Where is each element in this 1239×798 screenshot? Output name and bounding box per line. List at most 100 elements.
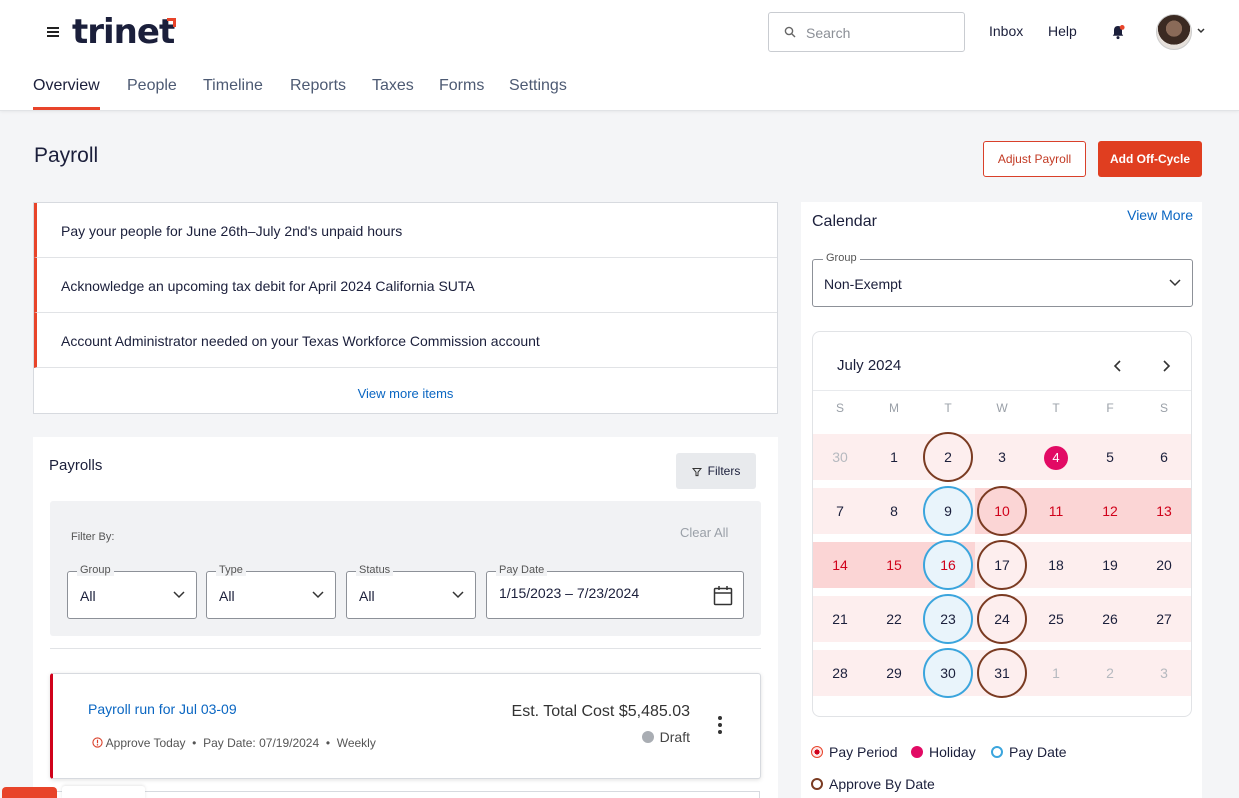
calendar-day[interactable]: 6	[1137, 434, 1191, 480]
add-off-cycle-button[interactable]: Add Off-Cycle	[1098, 141, 1202, 177]
warning-icon	[92, 737, 103, 748]
alert-item[interactable]: Account Administrator needed on your Tex…	[34, 313, 777, 368]
calendar-day[interactable]: 8	[867, 488, 921, 534]
calendar-day[interactable]: 29	[867, 650, 921, 696]
clear-all-link[interactable]: Clear All	[680, 525, 728, 540]
inbox-link[interactable]: Inbox	[989, 23, 1023, 39]
day-number: 17	[994, 557, 1010, 573]
tab-people[interactable]: People	[127, 77, 177, 95]
calendar-day[interactable]: 5	[1083, 434, 1137, 480]
view-more-items-link[interactable]: View more items	[34, 386, 777, 401]
calendar-day[interactable]: 31	[975, 648, 1029, 698]
alert-item[interactable]: Acknowledge an upcoming tax debit for Ap…	[34, 258, 777, 313]
tab-reports[interactable]: Reports	[290, 77, 346, 95]
day-number: 5	[1106, 449, 1114, 465]
avatar[interactable]	[1156, 14, 1192, 50]
calendar-day[interactable]: 17	[975, 540, 1029, 590]
calendar-day[interactable]: 23	[921, 594, 975, 644]
search-box[interactable]	[768, 12, 965, 52]
group-select[interactable]: Group Non-Exempt	[812, 252, 1193, 307]
calendar-day[interactable]: 30	[813, 434, 867, 480]
day-number: 13	[1156, 503, 1172, 519]
calendar-day[interactable]: 21	[813, 596, 867, 642]
menu-icon[interactable]	[47, 27, 59, 37]
calendar-day[interactable]: 11	[1029, 488, 1083, 534]
more-options-icon[interactable]	[718, 716, 722, 737]
day-number: 20	[1156, 557, 1172, 573]
calendar-day[interactable]: 2	[921, 432, 975, 482]
alert-item[interactable]: Pay your people for June 26th–July 2nd's…	[34, 203, 777, 258]
trinet-logo[interactable]: trinet	[72, 12, 175, 52]
calendar-icon[interactable]	[713, 585, 733, 607]
month-label: July 2024	[837, 357, 902, 374]
type-filter-select[interactable]: Type All	[206, 564, 336, 619]
holiday-marker-icon	[911, 746, 923, 758]
calendar-day[interactable]: 14	[813, 542, 867, 588]
calendar-day[interactable]: 13	[1137, 488, 1191, 534]
day-number: 2	[944, 449, 952, 465]
approve-today-text: Approve Today	[105, 736, 186, 750]
help-link[interactable]: Help	[1048, 23, 1077, 39]
day-number: 30	[940, 665, 956, 681]
filters-button[interactable]: Filters	[676, 453, 756, 489]
pay-date-range-field[interactable]: Pay Date 1/15/2023 – 7/23/2024	[486, 564, 744, 619]
pay-date-label: Pay Date	[496, 564, 548, 576]
pay-date-value: 1/15/2023 – 7/23/2024	[499, 585, 640, 601]
day-number: 3	[998, 449, 1006, 465]
group-filter-select[interactable]: Group All	[67, 564, 197, 619]
calendar-day[interactable]: 9	[921, 486, 975, 536]
calendar-day[interactable]: 10	[975, 486, 1029, 536]
tab-taxes[interactable]: Taxes	[372, 77, 414, 95]
calendar-day[interactable]: 16	[921, 540, 975, 590]
calendar-day[interactable]: 25	[1029, 596, 1083, 642]
calendar-day[interactable]: 3	[1137, 650, 1191, 696]
calendar-day[interactable]: 3	[975, 434, 1029, 480]
payroll-run-card[interactable]: Payroll run for Jul 03-09 Approve Today …	[50, 673, 761, 779]
tab-overview[interactable]: Overview	[33, 77, 100, 95]
adjust-payroll-button[interactable]: Adjust Payroll	[983, 141, 1086, 177]
tab-timeline[interactable]: Timeline	[203, 77, 263, 95]
calendar-day[interactable]: 26	[1083, 596, 1137, 642]
day-number: 1	[890, 449, 898, 465]
calendar-day[interactable]: 12	[1083, 488, 1137, 534]
day-number: 18	[1048, 557, 1064, 573]
frequency-text: Weekly	[336, 736, 376, 750]
calendar-day[interactable]: 2	[1083, 650, 1137, 696]
group-filter-label: Group	[77, 564, 114, 576]
calendar-day[interactable]: 28	[813, 650, 867, 696]
calendar-day[interactable]: 1	[1029, 650, 1083, 696]
tab-settings[interactable]: Settings	[509, 77, 567, 95]
calendar-day[interactable]: 22	[867, 596, 921, 642]
calendar-day[interactable]: 18	[1029, 542, 1083, 588]
calendar-day[interactable]: 27	[1137, 596, 1191, 642]
calendar-day[interactable]: 30	[921, 648, 975, 698]
status-filter-label: Status	[356, 564, 394, 576]
search-input[interactable]	[806, 22, 956, 44]
tab-forms[interactable]: Forms	[439, 77, 484, 95]
page-title: Payroll	[34, 144, 99, 167]
chevron-left-icon[interactable]	[1113, 359, 1123, 373]
calendar-day[interactable]: 1	[867, 434, 921, 480]
calendar-day[interactable]: 7	[813, 488, 867, 534]
day-number: 9	[944, 503, 952, 519]
chevron-right-icon[interactable]	[1161, 359, 1171, 373]
chevron-down-icon[interactable]	[1196, 27, 1206, 35]
day-number: 2	[1106, 665, 1114, 681]
feedback-button[interactable]	[2, 787, 57, 798]
pay-date-marker-icon	[991, 746, 1003, 758]
calendar-day[interactable]: 19	[1083, 542, 1137, 588]
group-select-label: Group	[823, 252, 860, 264]
calendar-day[interactable]: 4	[1029, 434, 1083, 480]
payroll-run-link[interactable]: Payroll run for Jul 03-09	[88, 701, 237, 717]
status-filter-select[interactable]: Status All	[346, 564, 476, 619]
bottom-tab[interactable]	[62, 786, 145, 798]
calendar-day[interactable]: 15	[867, 542, 921, 588]
calendar-day[interactable]: 24	[975, 594, 1029, 644]
day-number: 31	[994, 665, 1010, 681]
calendar-day[interactable]: 20	[1137, 542, 1191, 588]
filters-button-label: Filters	[707, 464, 741, 478]
legend-approve-by: Approve By Date	[811, 776, 935, 792]
bell-icon[interactable]	[1110, 24, 1126, 40]
view-more-link[interactable]: View More	[1127, 207, 1193, 223]
legend-pay-date: Pay Date	[991, 744, 1067, 760]
